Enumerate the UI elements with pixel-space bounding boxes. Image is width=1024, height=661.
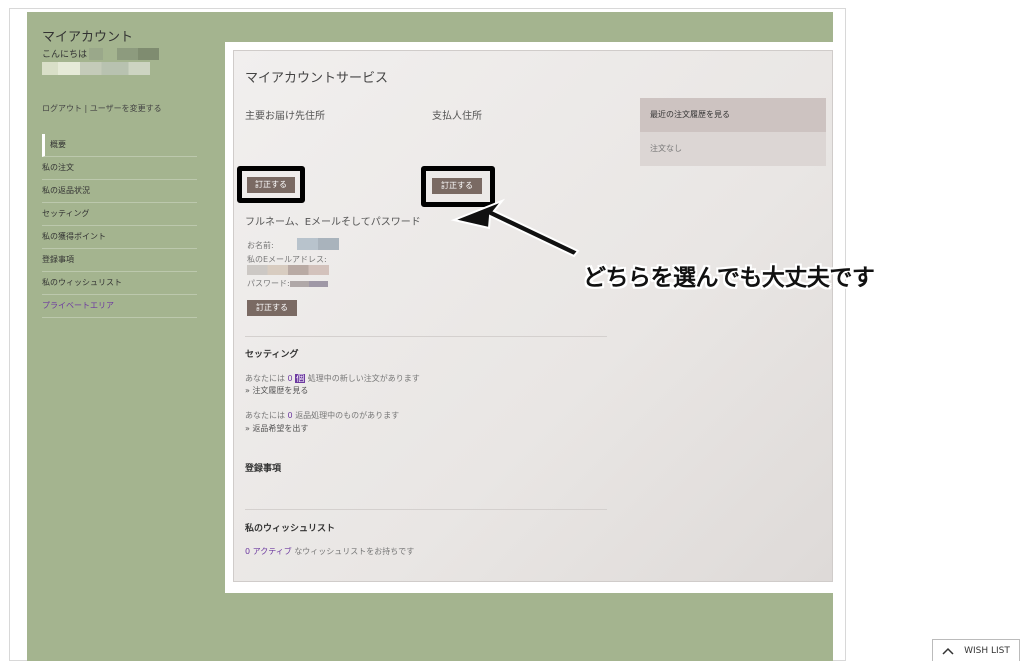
wishlist-tab-label: WISH LIST	[964, 645, 1010, 656]
wishlist-tab[interactable]: WISH LIST	[932, 639, 1020, 661]
annotation-text: どちらを選んでも大丈夫です	[583, 265, 875, 291]
arrow-shape	[450, 198, 580, 258]
annotation-arrow	[450, 198, 580, 258]
chevron-up-icon	[942, 647, 954, 655]
